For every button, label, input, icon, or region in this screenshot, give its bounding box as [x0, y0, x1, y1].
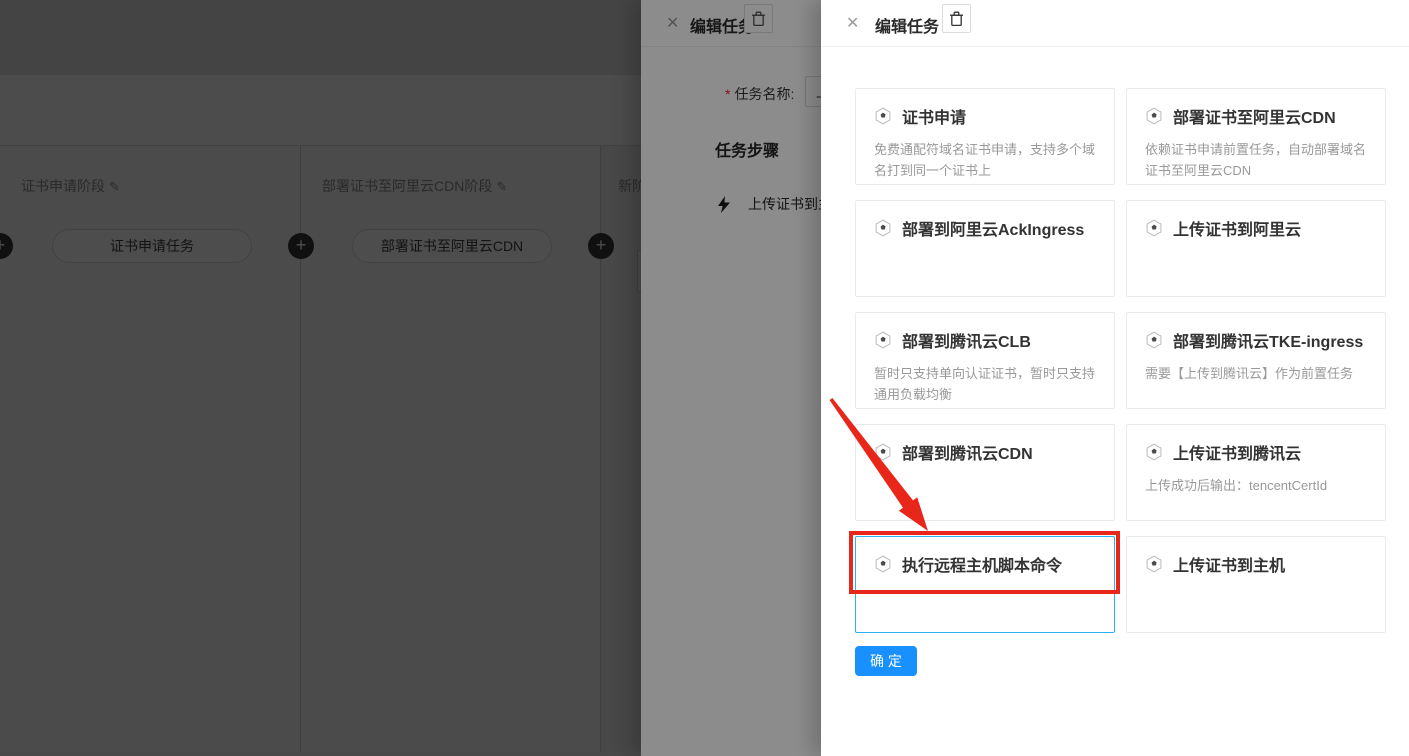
task-type-icon: [1145, 555, 1163, 573]
app-screen: 证书申请阶段✎ 证书申请任务 部署证书至阿里云CDN阶段✎ 部署证书至阿里云CD…: [0, 0, 1409, 756]
task-type-name: 上传证书到腾讯云: [1173, 440, 1301, 464]
task-type-name: 部署到腾讯云CDN: [902, 440, 1033, 464]
task-type-name: 部署到腾讯云TKE-ingress: [1173, 328, 1363, 352]
task-type-description: 暂时只支持单向认证证书，暂时只支持通用负载均衡: [874, 363, 1096, 406]
task-type-name: 证书申请: [902, 104, 966, 128]
task-type-description: 免费通配符域名证书申请，支持多个域名打到同一个证书上: [874, 139, 1096, 182]
task-type-description: 需要【上传到腾讯云】作为前置任务: [1145, 363, 1367, 384]
task-type-card[interactable]: 部署到腾讯云CLB 暂时只支持单向认证证书，暂时只支持通用负载均衡: [855, 312, 1115, 409]
task-type-name: 部署到腾讯云CLB: [902, 328, 1031, 352]
task-type-icon: [874, 219, 892, 237]
task-type-icon: [874, 331, 892, 349]
task-type-card[interactable]: 上传证书到腾讯云上传成功后输出：tencentCertId: [1126, 424, 1386, 521]
task-type-description: 上传成功后输出：tencentCertId: [1145, 475, 1367, 496]
task-type-card[interactable]: 上传证书到主机: [1126, 536, 1386, 633]
task-type-name: 部署到阿里云AckIngress: [902, 216, 1084, 240]
task-type-icon: [1145, 443, 1163, 461]
task-type-card[interactable]: 执行远程主机脚本命令: [855, 536, 1115, 633]
edit-task-drawer-front: ✕ 编辑任务 证书申请免费通配符域名证书申请，支持多个域名打到同一个证书上部署证…: [821, 0, 1409, 756]
task-card-grid: 证书申请免费通配符域名证书申请，支持多个域名打到同一个证书上部署证书至阿里云CD…: [855, 88, 1387, 633]
task-type-icon: [1145, 107, 1163, 125]
task-type-name: 上传证书到主机: [1173, 552, 1285, 576]
drawer-header: ✕ 编辑任务: [821, 0, 1409, 47]
task-type-name: 上传证书到阿里云: [1173, 216, 1301, 240]
drawer-title: 编辑任务: [875, 13, 939, 37]
task-type-card[interactable]: 证书申请免费通配符域名证书申请，支持多个域名打到同一个证书上: [855, 88, 1115, 185]
task-type-icon: [1145, 219, 1163, 237]
task-type-card[interactable]: 部署到阿里云AckIngress: [855, 200, 1115, 297]
delete-task-button[interactable]: [942, 4, 971, 33]
task-type-icon: [1145, 331, 1163, 349]
task-type-description: 依赖证书申请前置任务，自动部署域名证书至阿里云CDN: [1145, 139, 1367, 182]
task-type-card[interactable]: 部署到腾讯云TKE-ingress 需要【上传到腾讯云】作为前置任务: [1126, 312, 1386, 409]
trash-icon: [949, 11, 964, 27]
task-type-card[interactable]: 部署证书至阿里云CDN 依赖证书申请前置任务，自动部署域名证书至阿里云CDN: [1126, 88, 1386, 185]
task-type-icon: [874, 555, 892, 573]
task-type-icon: [874, 107, 892, 125]
task-type-icon: [874, 443, 892, 461]
task-type-name: 部署证书至阿里云CDN: [1173, 104, 1336, 128]
task-type-name: 执行远程主机脚本命令: [902, 552, 1062, 576]
confirm-button[interactable]: 确 定: [855, 646, 917, 676]
task-type-card[interactable]: 部署到腾讯云CDN: [855, 424, 1115, 521]
task-type-card[interactable]: 上传证书到阿里云: [1126, 200, 1386, 297]
close-icon[interactable]: ✕: [846, 13, 859, 33]
